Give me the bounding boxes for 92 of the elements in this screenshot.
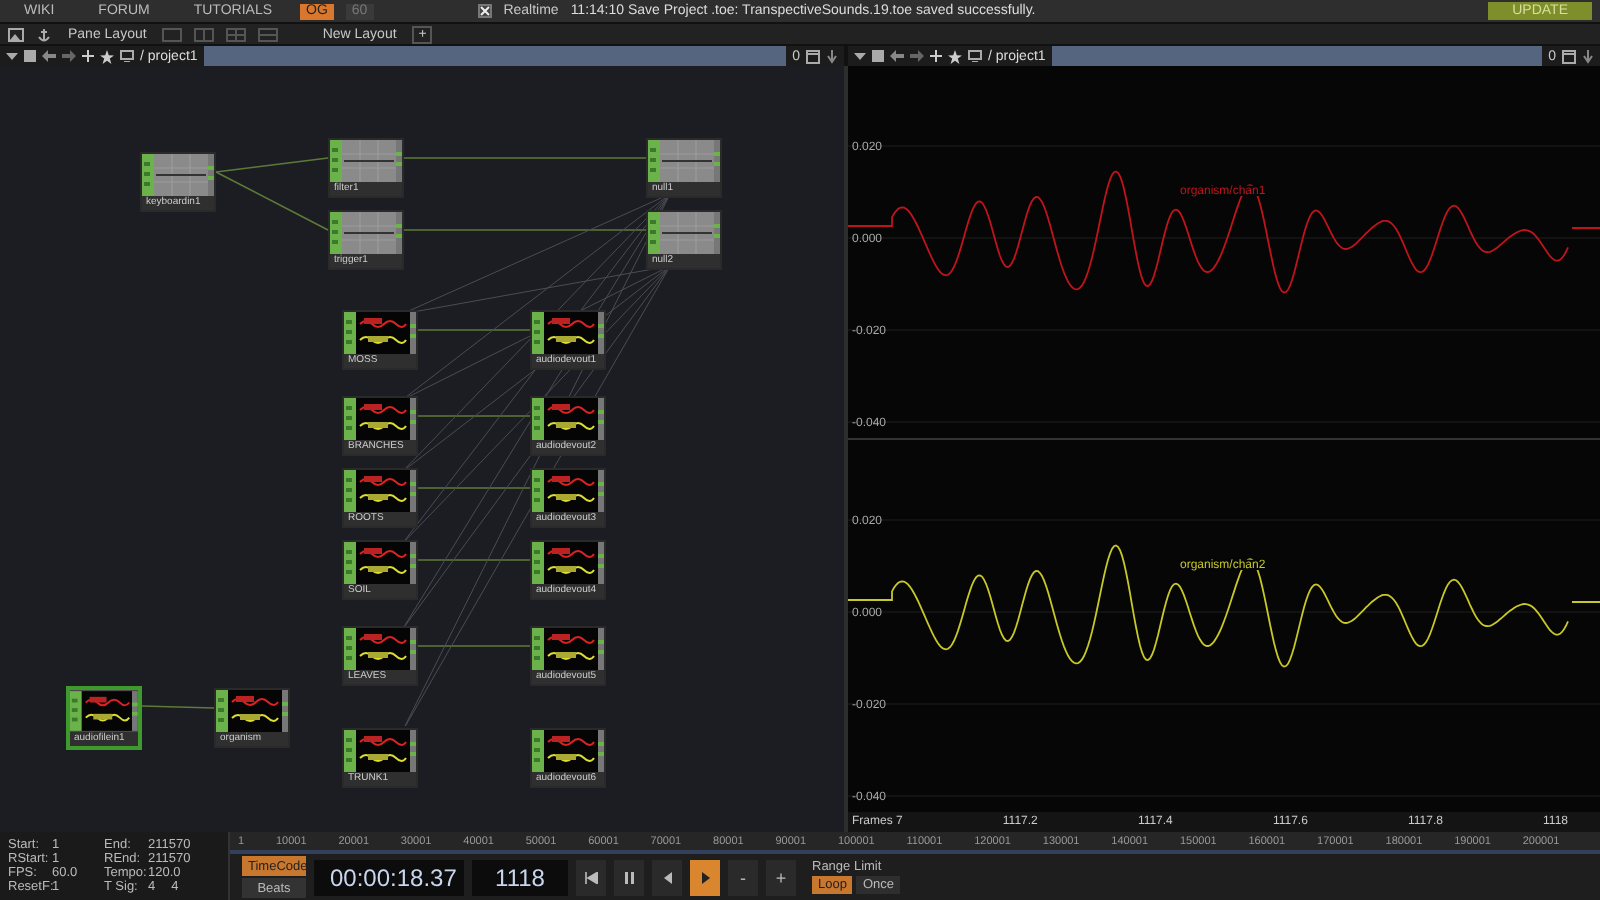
output-strip-icon (410, 312, 416, 354)
timecode-display[interactable]: 00:00:18.37 (314, 859, 464, 895)
output-strip-icon (598, 470, 604, 512)
output-strip-icon (410, 628, 416, 670)
plus-icon[interactable] (82, 50, 94, 62)
end-marker-line (1571, 601, 1600, 603)
output-strip-icon (396, 212, 402, 254)
input-strip-icon (532, 470, 544, 512)
back-arrow-icon[interactable] (890, 50, 904, 62)
transport-button[interactable]: + (766, 859, 796, 895)
path-field[interactable] (1051, 46, 1543, 66)
input-strip-icon (344, 398, 356, 440)
output-strip-icon (598, 542, 604, 584)
waveform-preview (228, 690, 282, 732)
download-icon[interactable] (1582, 49, 1594, 63)
input-strip-icon (532, 628, 544, 670)
transport-button[interactable]: - (728, 859, 758, 895)
monitor-icon[interactable] (120, 50, 134, 62)
monitor-icon[interactable] (968, 50, 982, 62)
path-field[interactable] (203, 46, 787, 66)
input-strip-icon (330, 212, 342, 254)
output-strip-icon (410, 470, 416, 512)
input-strip-icon (344, 730, 356, 772)
input-strip-icon (532, 542, 544, 584)
waveform-preview (544, 730, 598, 772)
input-strip-icon (344, 312, 356, 354)
waveform-preview (544, 628, 598, 670)
input-strip-icon (70, 690, 82, 732)
waveform-preview (356, 470, 410, 512)
output-strip-icon (598, 398, 604, 440)
graph-preview (342, 212, 396, 254)
star-icon[interactable] (948, 49, 962, 63)
input-strip-icon (330, 140, 342, 182)
window-icon[interactable] (1562, 49, 1576, 63)
graph-preview (660, 140, 714, 182)
output-strip-icon (598, 312, 604, 354)
input-strip-icon (648, 212, 660, 254)
input-strip-icon (532, 312, 544, 354)
rewind-icon (584, 871, 598, 883)
output-strip-icon (410, 542, 416, 584)
input-strip-icon (216, 690, 228, 732)
play-icon (698, 871, 712, 883)
waveform-preview (356, 542, 410, 584)
input-strip-icon (344, 628, 356, 670)
graph-preview (660, 212, 714, 254)
input-strip-icon (532, 730, 544, 772)
forward-arrow-icon[interactable] (910, 50, 924, 62)
transport-button[interactable] (614, 859, 644, 895)
waveform-preview (544, 398, 598, 440)
output-strip-icon (208, 154, 214, 196)
waveform-preview (356, 730, 410, 772)
waveform-preview (544, 470, 598, 512)
input-strip-icon (142, 154, 154, 196)
realtime-checkbox[interactable] (477, 4, 492, 18)
graph-preview (342, 140, 396, 182)
waveform-preview (544, 312, 598, 354)
plus-icon[interactable] (930, 50, 942, 62)
caret-icon[interactable] (854, 50, 866, 62)
output-strip-icon (282, 690, 288, 732)
output-strip-icon (132, 690, 138, 732)
output-strip-icon (598, 628, 604, 670)
input-strip-icon (344, 542, 356, 584)
transport-button[interactable] (576, 859, 606, 895)
waveform-preview (356, 312, 410, 354)
image-icon[interactable] (8, 27, 24, 41)
caret-icon[interactable] (6, 50, 18, 62)
transport-button[interactable] (652, 859, 682, 895)
output-strip-icon (410, 398, 416, 440)
output-strip-icon (410, 730, 416, 772)
output-strip-icon (714, 140, 720, 182)
window-icon[interactable] (806, 49, 820, 63)
frame-display[interactable]: 1118 (472, 859, 568, 895)
input-strip-icon (648, 140, 660, 182)
end-marker-line (1571, 227, 1600, 229)
star-icon[interactable] (100, 49, 114, 63)
input-strip-icon (344, 470, 356, 512)
anchor-icon[interactable] (36, 27, 52, 41)
waveform-preview (544, 542, 598, 584)
forward-arrow-icon[interactable] (62, 50, 76, 62)
output-strip-icon (714, 212, 720, 254)
step-back-icon (660, 871, 674, 883)
waveform-preview (356, 398, 410, 440)
output-strip-icon (396, 140, 402, 182)
pause-icon (622, 871, 636, 883)
back-arrow-icon[interactable] (42, 50, 56, 62)
waveform-preview (356, 628, 410, 670)
graph-preview (154, 154, 208, 196)
waveform-preview (81, 690, 133, 732)
output-strip-icon (598, 730, 604, 772)
transport-button[interactable] (690, 859, 720, 895)
input-strip-icon (532, 398, 544, 440)
download-icon[interactable] (826, 49, 838, 63)
